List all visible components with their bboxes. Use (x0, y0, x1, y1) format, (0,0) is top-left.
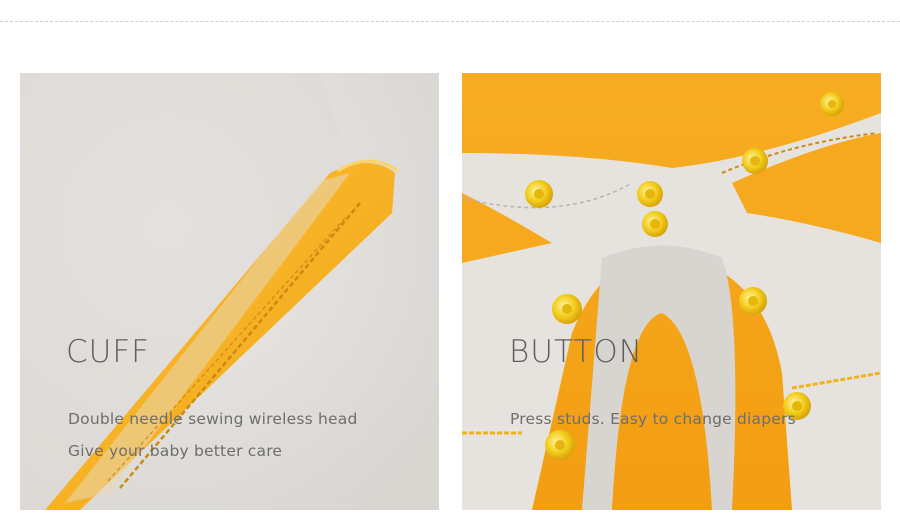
button-caption-line1: Press studs. Easy to change diapers (510, 410, 796, 428)
dashed-divider (0, 21, 900, 22)
button-photo-panel: BUTTON Press studs. Easy to change diape… (462, 73, 881, 510)
button-heading: BUTTON (509, 334, 643, 370)
cuff-caption-line2: Give your baby better care (68, 442, 283, 460)
cuff-heading: CUFF (66, 334, 150, 370)
cuff-caption-line1: Double needle sewing wireless head (68, 410, 358, 428)
button-photo (462, 73, 881, 510)
cuff-photo-panel: CUFF Double needle sewing wireless head … (20, 73, 439, 510)
